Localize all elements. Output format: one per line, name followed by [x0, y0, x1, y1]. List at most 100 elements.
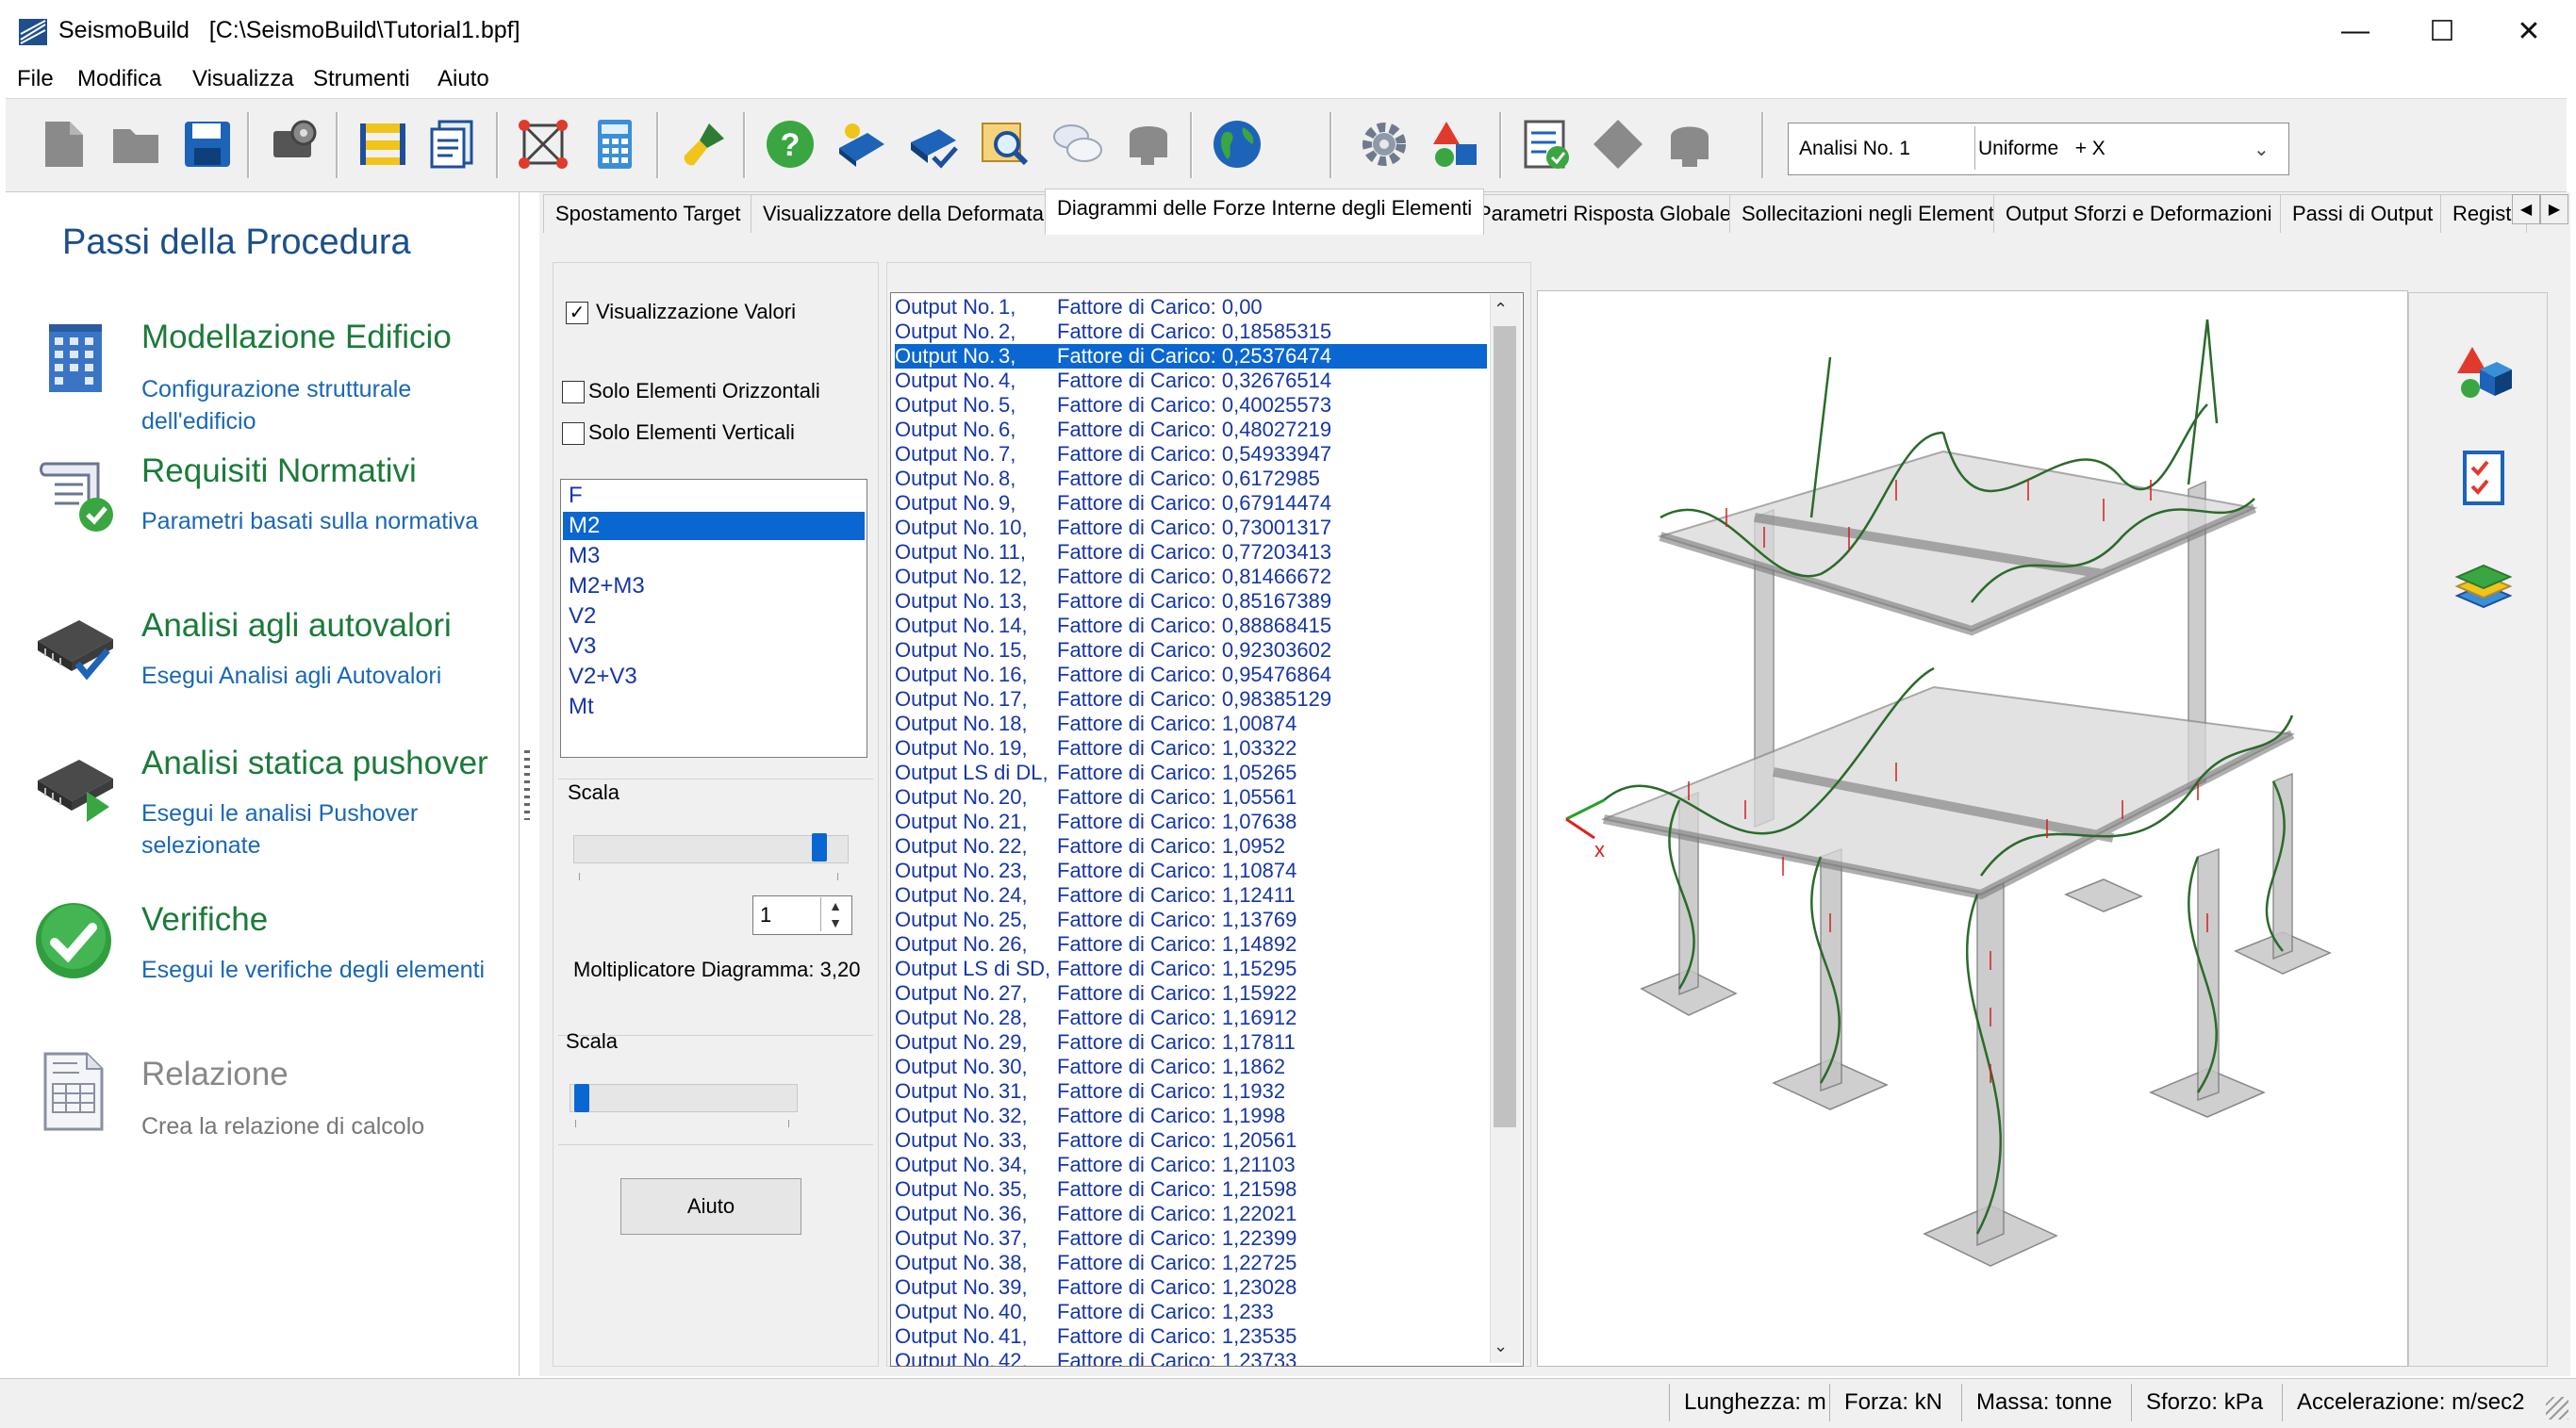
output-step-row[interactable]: Output No. 33, Fattore di Carico: 1,20561 [895, 1128, 1487, 1153]
checklist-icon[interactable] [2452, 447, 2516, 511]
output-step-row[interactable]: Output No. 41, Fattore di Carico: 1,23535 [895, 1324, 1487, 1349]
output-step-row[interactable]: Output No. 24, Fattore di Carico: 1,12411 [895, 883, 1487, 908]
output-step-row[interactable]: Output No. 36, Fattore di Carico: 1,22021 [895, 1202, 1487, 1226]
list-item[interactable]: F [569, 482, 583, 510]
output-step-row[interactable]: Output No. 22, Fattore di Carico: 1,0952 [895, 834, 1487, 859]
user-icon[interactable] [1658, 112, 1722, 176]
menu-aiuto[interactable]: Aiuto [438, 66, 489, 92]
scale-slider-thumb-2[interactable] [573, 1084, 589, 1112]
output-step-row[interactable]: Output No. 10, Fattore di Carico: 0,730013… [895, 516, 1487, 540]
output-step-row[interactable]: Output No. 14, Fattore di Carico: 0,888684… [895, 614, 1487, 638]
output-step-row[interactable]: Output No. 20, Fattore di Carico: 1,05561 [895, 785, 1487, 810]
list-item[interactable]: M2 [563, 512, 865, 540]
output-step-row[interactable]: Output No. 15, Fattore di Carico: 0,923036… [895, 638, 1487, 663]
gear-icon[interactable] [1352, 112, 1416, 176]
frame-section-icon[interactable] [351, 112, 415, 176]
structure-icon[interactable] [511, 112, 575, 176]
list-item[interactable]: Mt [569, 693, 594, 721]
book-icon[interactable] [830, 112, 894, 176]
output-step-row[interactable]: Output No. 7, Fattore di Carico: 0,5493394… [895, 442, 1487, 467]
output-step-row[interactable]: Output No. 35, Fattore di Carico: 1,21598 [895, 1177, 1487, 1202]
output-step-row[interactable]: Output No. 30, Fattore di Carico: 1,1862 [895, 1055, 1487, 1079]
open-folder-icon[interactable] [104, 112, 168, 176]
brush-icon[interactable] [671, 112, 735, 176]
step-requisiti-title[interactable]: Requisiti Normativi [141, 452, 417, 490]
tab-diagrammi-forze-interne[interactable]: Diagrammi delle Forze Interne degli Elem… [1045, 189, 1484, 235]
globe-icon[interactable] [1205, 112, 1269, 176]
output-step-row[interactable]: Output No. 23, Fattore di Carico: 1,10874 [895, 859, 1487, 883]
list-item[interactable]: V2 [569, 602, 596, 631]
menu-file[interactable]: File [17, 66, 54, 92]
save-icon[interactable] [175, 112, 239, 176]
step-modellazione-link[interactable]: Configurazione strutturale dell'edificio [141, 373, 500, 437]
output-step-row[interactable]: Output No. 2, Fattore di Carico: 0,1858531… [895, 320, 1487, 344]
tab-scroll-right-icon[interactable]: ▶ [2540, 194, 2568, 224]
layers-icon[interactable] [2452, 554, 2516, 618]
output-step-row[interactable]: Output No. 19, Fattore di Carico: 1,03322 [895, 736, 1487, 761]
step-relazione-title[interactable]: Relazione [141, 1056, 289, 1093]
shapes-icon[interactable] [1424, 112, 1488, 176]
structure-3d-view[interactable]: x [1537, 290, 2408, 1367]
scale-slider-thumb[interactable] [812, 833, 827, 862]
shape-icon[interactable] [1116, 112, 1181, 176]
close-button[interactable]: ✕ [2485, 8, 2572, 55]
output-step-row[interactable]: Output No. 38, Fattore di Carico: 1,22725 [895, 1251, 1487, 1275]
output-step-row[interactable]: Output No. 29, Fattore di Carico: 1,17811 [895, 1030, 1487, 1055]
step-autovalori-title[interactable]: Analisi agli autovalori [141, 607, 452, 645]
calculator-icon[interactable] [583, 112, 647, 176]
tab-spostamento-target[interactable]: Spostamento Target [543, 194, 766, 233]
tab-sollecitazioni-elementi[interactable]: Sollecitazioni negli Elementi [1729, 194, 2008, 233]
output-step-row[interactable]: Output No. 39, Fattore di Carico: 1,23028 [895, 1275, 1487, 1300]
tab-visualizzatore-deformata[interactable]: Visualizzatore della Deformata [751, 194, 1067, 233]
output-step-row[interactable]: Output No. 16, Fattore di Carico: 0,954768… [895, 663, 1487, 687]
output-step-row[interactable]: Output No. 34, Fattore di Carico: 1,21103 [895, 1153, 1487, 1177]
step-pushover-title[interactable]: Analisi statica pushover [141, 745, 488, 782]
output-step-row[interactable]: Output No. 26, Fattore di Carico: 1,14892 [895, 932, 1487, 957]
output-step-row[interactable]: Output No. 11, Fattore di Carico: 0,772034… [895, 540, 1487, 565]
book-check-icon[interactable] [901, 112, 966, 176]
output-step-row[interactable]: Output No. 31, Fattore di Carico: 1,1932 [895, 1079, 1487, 1104]
step-relazione-link[interactable]: Crea la relazione di calcolo [141, 1110, 500, 1142]
map-search-icon[interactable] [973, 112, 1037, 176]
output-step-row[interactable]: Output No. 42, Fattore di Carico: 1,23733 [895, 1349, 1487, 1366]
output-step-row[interactable]: Output No. 1, Fattore di Carico: 0,00 [895, 295, 1487, 320]
output-step-row[interactable]: Output No. 4, Fattore di Carico: 0,3267651… [895, 369, 1487, 393]
output-step-row[interactable]: Output No. 28, Fattore di Carico: 1,16912 [895, 1006, 1487, 1030]
menu-visualizza[interactable]: Visualizza [192, 66, 294, 92]
output-step-row[interactable]: Output No. 8, Fattore di Carico: 0,6172985 [895, 467, 1487, 491]
output-step-row[interactable]: Output No. 3, Fattore di Carico: 0,2537647… [895, 344, 1487, 369]
checklist-icon[interactable] [1514, 112, 1578, 176]
list-item[interactable]: V2+V3 [569, 663, 637, 691]
scale-slider-track[interactable] [573, 835, 849, 863]
tab-passi-di-output[interactable]: Passi di Output [2280, 194, 2455, 233]
output-step-row[interactable]: Output LS di SD, Fattore di Carico: 1,152… [895, 957, 1487, 981]
show-values-checkbox[interactable]: ✓ [566, 302, 588, 324]
scale-slider-track-2[interactable] [570, 1084, 798, 1112]
help-button[interactable]: Aiuto [620, 1178, 801, 1235]
output-step-row[interactable]: Output No. 40, Fattore di Carico: 1,233 [895, 1300, 1487, 1324]
output-list-scroll-thumb[interactable] [1494, 326, 1516, 1127]
scroll-up-icon[interactable]: ⌃ [1494, 300, 1508, 320]
diamond-icon[interactable] [1586, 112, 1650, 176]
output-step-row[interactable]: Output No. 12, Fattore di Carico: 0,814666… [895, 565, 1487, 589]
scroll-down-icon[interactable]: ⌄ [1494, 1337, 1508, 1356]
output-step-row[interactable]: Output No. 6, Fattore di Carico: 0,4802721… [895, 418, 1487, 442]
tab-output-sforzi-deformazioni[interactable]: Output Sforzi e Deformazioni [1993, 194, 2297, 233]
output-step-row[interactable]: Output No. 17, Fattore di Carico: 0,983851… [895, 687, 1487, 712]
output-step-row[interactable]: Output No. 5, Fattore di Carico: 0,4002557… [895, 393, 1487, 418]
output-step-row[interactable]: Output No. 27, Fattore di Carico: 1,15922 [895, 981, 1487, 1006]
spinner-arrows-icon[interactable]: ▲ ▼ [820, 897, 850, 931]
splitter-grip[interactable] [524, 750, 530, 820]
step-pushover-link[interactable]: Esegui le analisi Pushover selezionate [141, 797, 500, 862]
chevron-down-icon[interactable]: ⌄ [2254, 138, 2270, 161]
resize-grip[interactable] [2546, 1397, 2568, 1420]
output-step-row[interactable]: Output No. 9, Fattore di Carico: 0,6791447… [895, 491, 1487, 516]
step-modellazione-title[interactable]: Modellazione Edificio [141, 319, 452, 356]
tab-scroll-left-icon[interactable]: ◀ [2512, 194, 2540, 224]
step-verifiche-link[interactable]: Esegui le verifiche degli elementi [141, 954, 500, 986]
list-item[interactable]: M2+M3 [569, 572, 645, 600]
output-step-row[interactable]: Output No. 25, Fattore di Carico: 1,13769 [895, 908, 1487, 932]
maximize-button[interactable]: ☐ [2399, 8, 2485, 55]
step-autovalori-link[interactable]: Esegui Analisi agli Autovalori [141, 660, 500, 692]
output-step-row[interactable]: Output No. 13, Fattore di Carico: 0,851673… [895, 589, 1487, 614]
